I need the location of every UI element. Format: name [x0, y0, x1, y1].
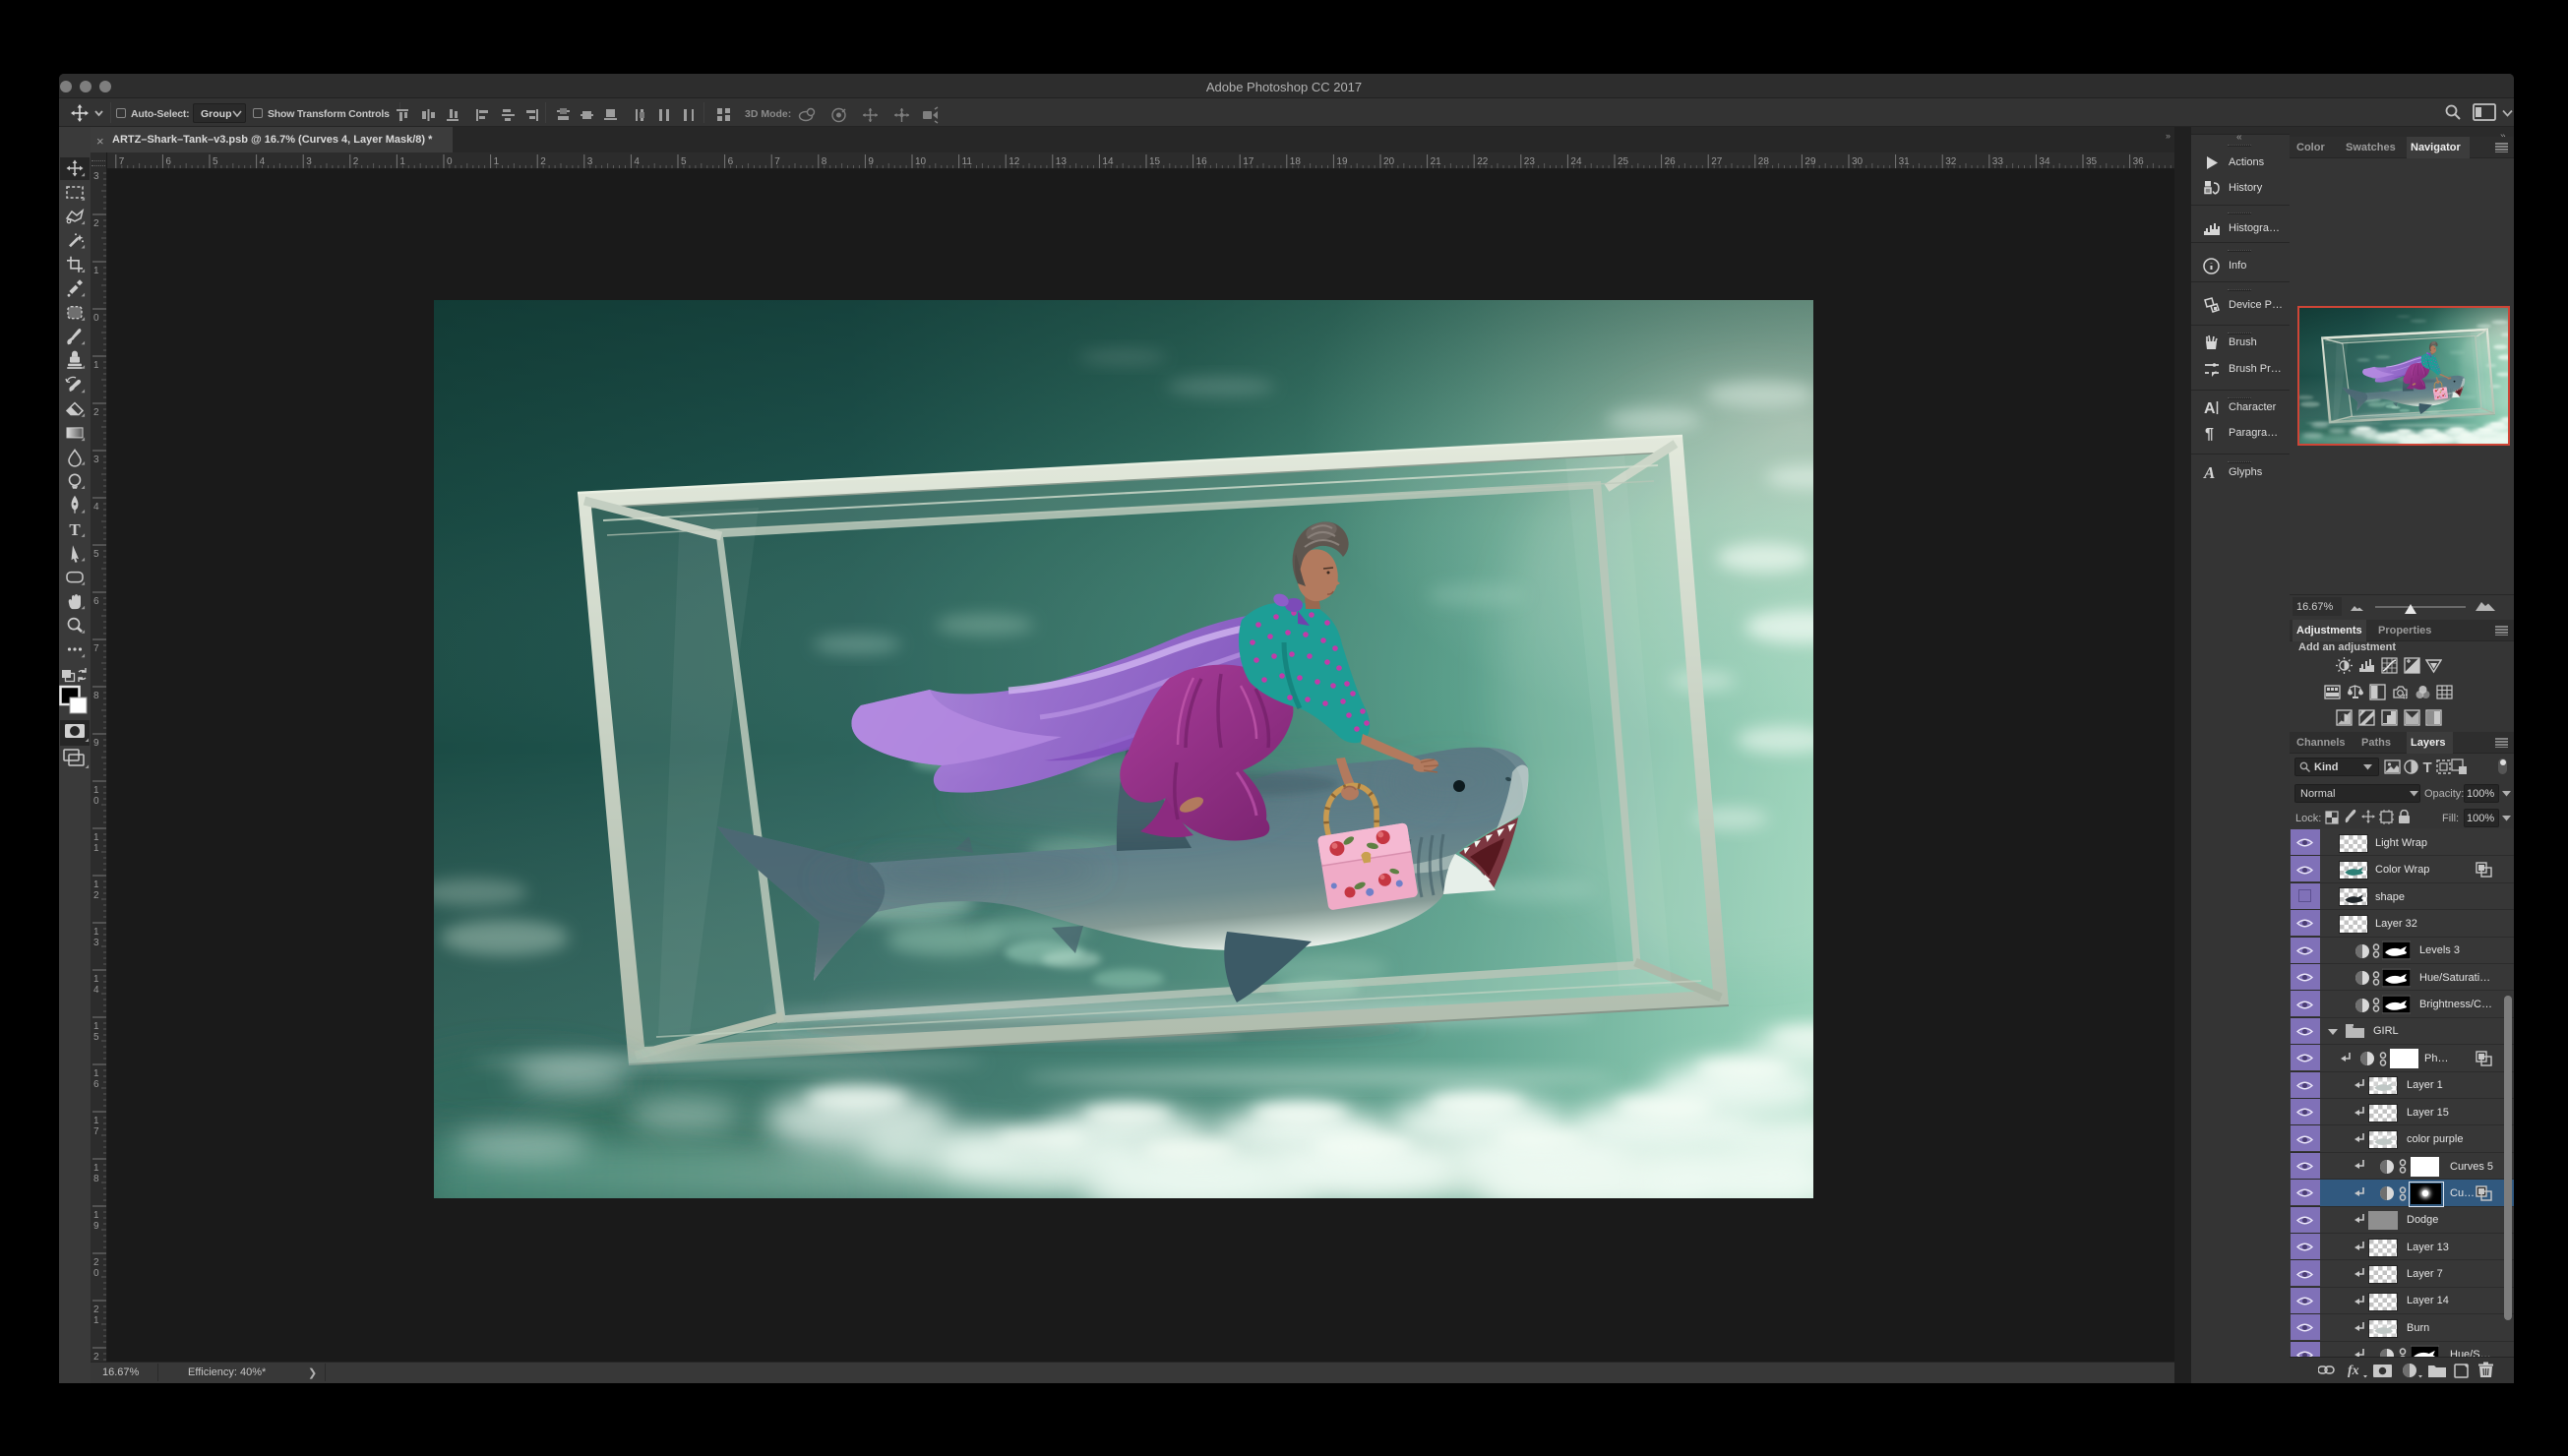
svg-text:2: 2 [93, 1304, 99, 1315]
svg-text:¶: ¶ [2205, 426, 2214, 442]
svg-text:22: 22 [1477, 156, 1489, 167]
svg-text:A: A [2204, 400, 2216, 416]
svg-text:18: 18 [1290, 156, 1302, 167]
svg-text:31: 31 [1899, 156, 1911, 167]
svg-text:1: 1 [93, 927, 99, 938]
svg-text:33: 33 [1992, 156, 2004, 167]
svg-text:19: 19 [1336, 156, 1348, 167]
svg-text:36: 36 [2133, 156, 2145, 167]
svg-text:1: 1 [93, 1068, 99, 1079]
svg-text:23: 23 [1524, 156, 1536, 167]
svg-text:3: 3 [93, 455, 99, 465]
svg-text:2: 2 [93, 1352, 99, 1362]
svg-text:4: 4 [93, 502, 99, 513]
svg-text:1: 1 [93, 360, 99, 371]
svg-text:12: 12 [1009, 156, 1020, 167]
svg-text:1: 1 [93, 880, 99, 890]
svg-text:3: 3 [93, 938, 99, 948]
svg-text:4: 4 [93, 985, 99, 996]
svg-text:28: 28 [1758, 156, 1770, 167]
svg-text:0: 0 [93, 313, 99, 324]
svg-text:1: 1 [93, 832, 99, 843]
svg-text:1: 1 [93, 785, 99, 796]
svg-text:9: 9 [93, 738, 99, 749]
svg-text:10: 10 [915, 156, 927, 167]
svg-text:A: A [2203, 464, 2215, 481]
svg-text:35: 35 [2086, 156, 2098, 167]
svg-text:34: 34 [2039, 156, 2050, 167]
svg-text:1: 1 [93, 1116, 99, 1126]
svg-text:7: 7 [93, 643, 99, 654]
svg-text:1: 1 [93, 266, 99, 276]
svg-text:1: 1 [93, 1210, 99, 1221]
svg-text:1: 1 [93, 1021, 99, 1032]
svg-text:fx: fx [2348, 1364, 2359, 1378]
svg-text:30: 30 [1852, 156, 1864, 167]
svg-text:T: T [2423, 759, 2432, 775]
svg-text:29: 29 [1804, 156, 1816, 167]
svg-text:13: 13 [1056, 156, 1068, 167]
svg-text:9: 9 [93, 1221, 99, 1232]
svg-text:3: 3 [93, 171, 99, 182]
svg-text:8: 8 [93, 1174, 99, 1184]
svg-text:1: 1 [93, 1163, 99, 1174]
svg-text:32: 32 [1945, 156, 1957, 167]
svg-text:1: 1 [93, 974, 99, 985]
svg-text:2: 2 [93, 1257, 99, 1268]
svg-text:21: 21 [1431, 156, 1442, 167]
svg-text:6: 6 [93, 1079, 99, 1090]
svg-text:2: 2 [93, 218, 99, 229]
svg-text:16: 16 [1196, 156, 1208, 167]
svg-text:6: 6 [93, 596, 99, 607]
svg-text:26: 26 [1665, 156, 1677, 167]
svg-text:0: 0 [93, 796, 99, 807]
svg-text:5: 5 [93, 1032, 99, 1043]
svg-text:25: 25 [1618, 156, 1629, 167]
svg-text:7: 7 [93, 1126, 99, 1137]
svg-text:17: 17 [1243, 156, 1254, 167]
svg-text:1: 1 [93, 843, 99, 854]
svg-text:1: 1 [93, 1315, 99, 1326]
svg-text:0: 0 [93, 1268, 99, 1279]
svg-text:2: 2 [93, 890, 99, 901]
svg-text:27: 27 [1711, 156, 1723, 167]
svg-text:20: 20 [1383, 156, 1395, 167]
svg-text:15: 15 [1149, 156, 1161, 167]
svg-text:2: 2 [93, 407, 99, 418]
svg-text:5: 5 [93, 549, 99, 560]
svg-text:8: 8 [93, 691, 99, 701]
svg-text:14: 14 [1102, 156, 1114, 167]
svg-text:T: T [69, 520, 81, 539]
svg-text:24: 24 [1570, 156, 1582, 167]
